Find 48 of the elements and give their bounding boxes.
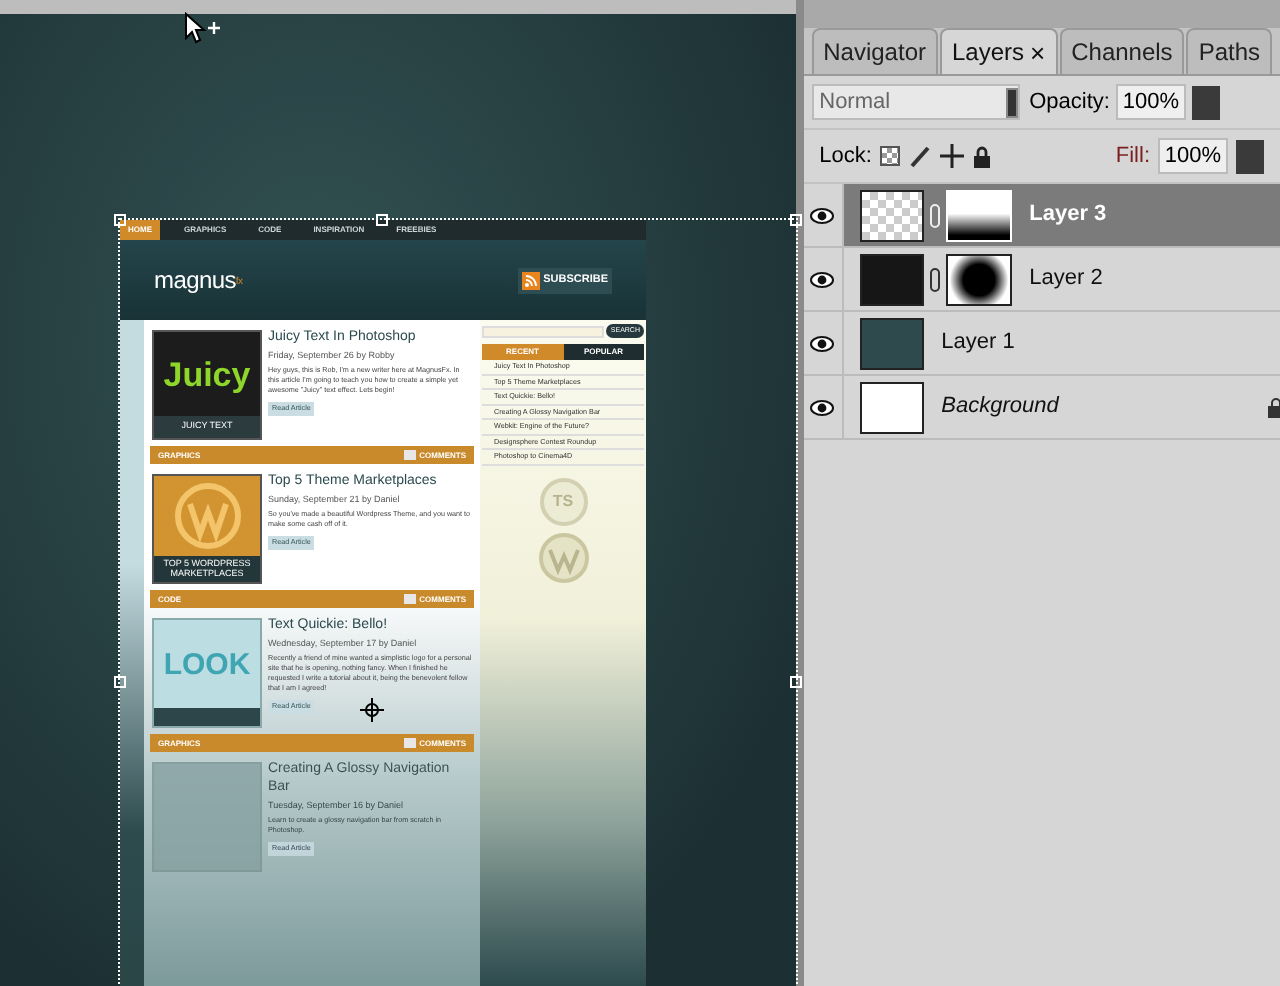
lock-icon[interactable]	[971, 145, 992, 167]
layer-mask-thumbnail	[945, 253, 1012, 305]
layer-thumbnail	[859, 381, 924, 433]
wordpress-logo-icon	[537, 531, 589, 584]
layer-mask-thumbnail	[945, 189, 1012, 241]
lock-transparency-icon[interactable]	[879, 146, 900, 166]
layer-row[interactable]: Layer 3	[843, 184, 1280, 246]
rss-icon	[521, 271, 540, 289]
transform-handle[interactable]	[114, 214, 126, 226]
layer-row[interactable]: Background	[843, 376, 1280, 438]
panel-tab[interactable]: Paths	[1186, 28, 1272, 74]
comment-icon	[403, 738, 416, 748]
comment-icon	[403, 594, 416, 604]
thumbnail-text: Juicy	[163, 357, 251, 392]
fill-field[interactable]: 100%	[1158, 138, 1228, 174]
layer-thumbnail	[859, 253, 924, 305]
layer-name[interactable]: Layer 2	[1029, 262, 1103, 296]
thumbnail-caption-bar	[154, 708, 260, 726]
blend-mode-dropdown[interactable]: Normal	[811, 84, 1020, 120]
crosshair-icon	[360, 698, 384, 722]
panel-tab[interactable]: Channels	[1059, 28, 1185, 74]
transform-handle[interactable]	[376, 214, 388, 226]
layer-thumbnail	[859, 189, 924, 241]
layer-thumbnail	[859, 317, 924, 369]
chain-link-icon	[929, 267, 940, 291]
search-field[interactable]	[482, 325, 605, 338]
slider-toggle-icon[interactable]	[1236, 139, 1264, 173]
move-icon[interactable]	[939, 144, 964, 168]
site-logo[interactable]: magnus$^{fx}$	[154, 262, 243, 298]
fill-label: Fill:	[1115, 141, 1150, 172]
comment-icon	[403, 450, 416, 460]
brush-icon[interactable]	[907, 144, 932, 168]
move-cursor-icon	[184, 12, 220, 44]
panel-tab[interactable]: Navigator	[811, 28, 938, 74]
transform-handle[interactable]	[114, 676, 126, 688]
slider-toggle-icon[interactable]	[1191, 85, 1220, 119]
layer-name[interactable]: Background	[941, 390, 1059, 424]
thumbnail-text: LOOK	[163, 649, 251, 679]
layer-name[interactable]: Layer 3	[1029, 198, 1107, 232]
opacity-label: Opacity:	[1029, 87, 1110, 118]
wordpress-logo-icon	[173, 481, 241, 550]
opacity-field[interactable]: 100%	[1115, 84, 1186, 120]
chain-link-icon	[929, 203, 940, 227]
close-icon[interactable]: ×	[1030, 39, 1046, 65]
lock-label: Lock:	[819, 141, 872, 172]
post-thumbnail	[152, 762, 262, 872]
panel-tab[interactable]: Layers ×	[939, 28, 1058, 74]
layer-name[interactable]: Layer 1	[941, 326, 1015, 360]
